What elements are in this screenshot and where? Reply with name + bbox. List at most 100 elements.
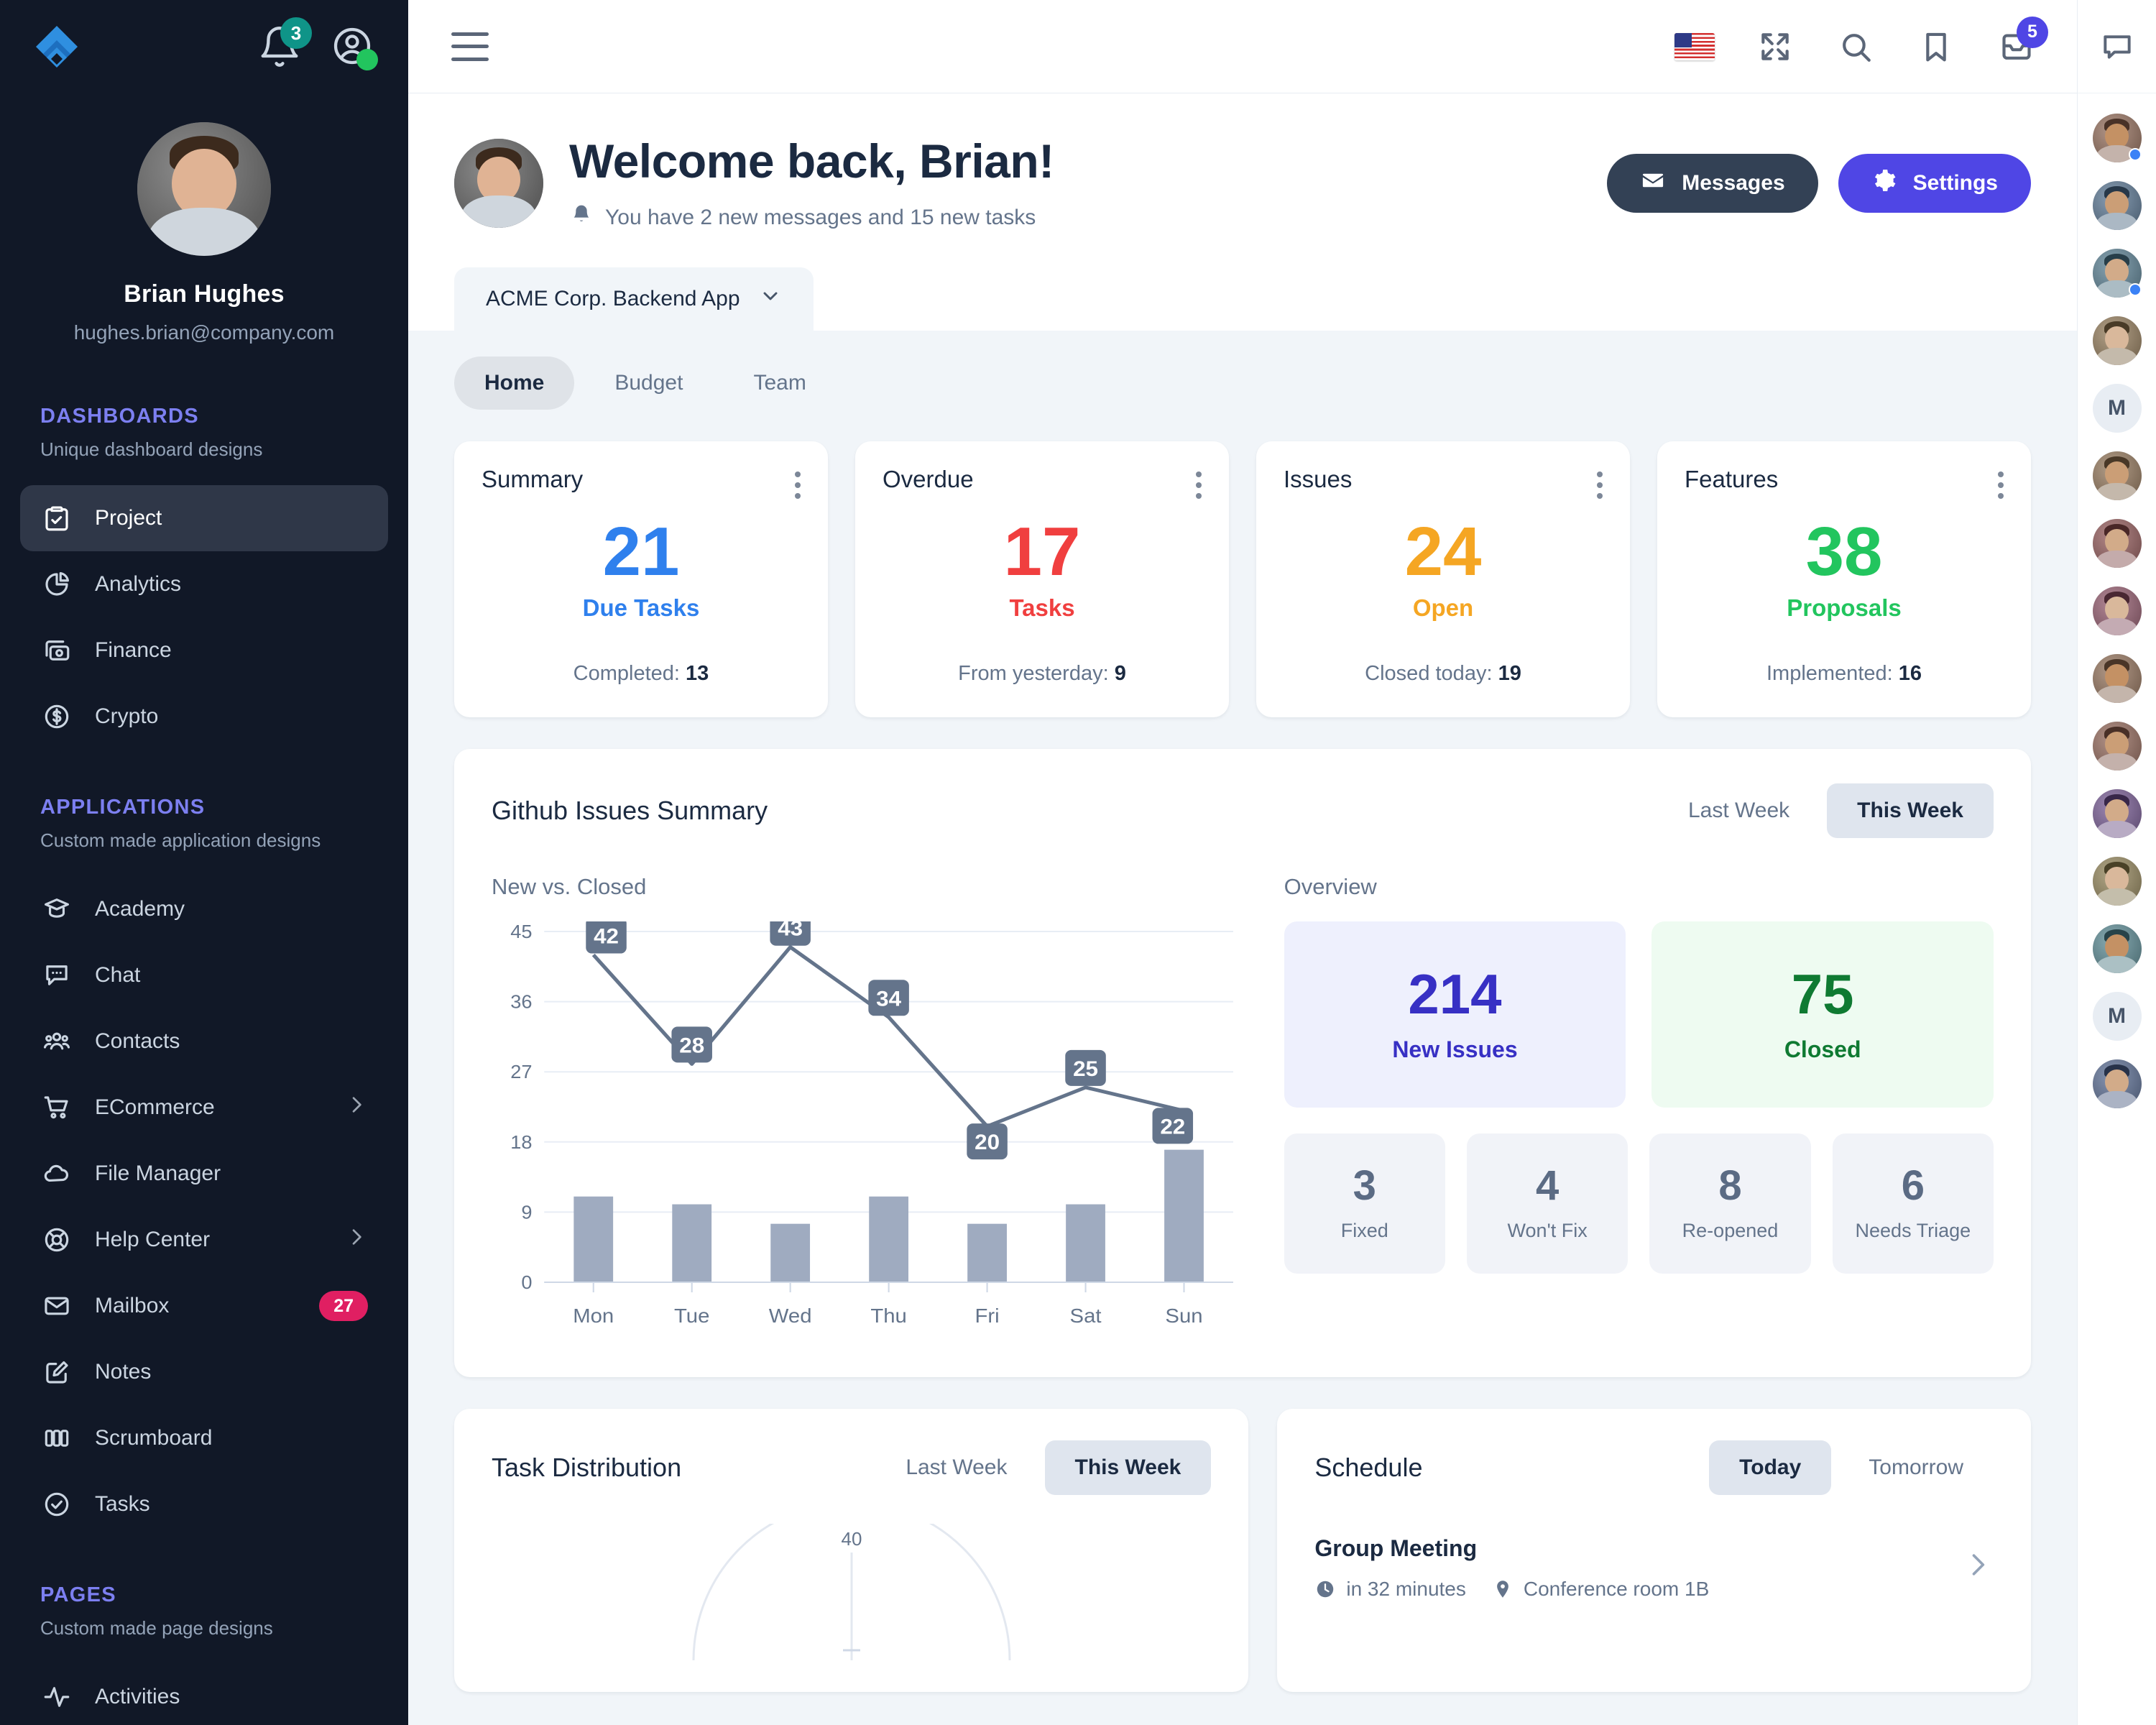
sidebar-item-activities[interactable]: Activities bbox=[20, 1664, 388, 1725]
contact-avatar[interactable] bbox=[2092, 586, 2142, 635]
schedule-event[interactable]: Group Meeting in 32 minutes Conference r… bbox=[1314, 1535, 1994, 1601]
shopping-cart-icon bbox=[40, 1091, 73, 1124]
search-icon[interactable] bbox=[1835, 27, 1876, 67]
sidebar-item-tasks[interactable]: Tasks bbox=[20, 1471, 388, 1537]
sidebar-item-file-manager[interactable]: File Manager bbox=[20, 1141, 388, 1207]
sidebar-item-label: Help Center bbox=[95, 1228, 211, 1251]
range-toggle: Last Week This Week bbox=[1658, 783, 1994, 838]
card-title: Issues bbox=[1284, 466, 1353, 492]
svg-text:Fri: Fri bbox=[975, 1305, 999, 1327]
sidebar-item-notes[interactable]: Notes bbox=[20, 1339, 388, 1405]
range-last-week[interactable]: Last Week bbox=[875, 1440, 1037, 1495]
sidebar-item-project[interactable]: Project bbox=[20, 485, 388, 551]
cloud-icon bbox=[40, 1157, 73, 1190]
fullscreen-icon[interactable] bbox=[1755, 27, 1795, 67]
event-time-text: in 32 minutes bbox=[1346, 1577, 1466, 1600]
svg-text:34: 34 bbox=[876, 986, 901, 1011]
event-location-text: Conference room 1B bbox=[1523, 1577, 1710, 1600]
chat-panel-toggle[interactable] bbox=[2078, 0, 2156, 93]
range-today[interactable]: Today bbox=[1709, 1440, 1832, 1495]
profile-email: hughes.brian@company.com bbox=[73, 321, 335, 344]
tab-home[interactable]: Home bbox=[454, 356, 575, 410]
sidebar-section-applications: APPLICATIONS Custom made application des… bbox=[0, 750, 408, 852]
more-options-icon[interactable] bbox=[1196, 466, 1202, 499]
overview-subtitle: Overview bbox=[1284, 873, 1377, 899]
contact-avatar[interactable] bbox=[2092, 316, 2142, 365]
sidebar-item-academy[interactable]: Academy bbox=[20, 876, 388, 942]
contact-avatar[interactable] bbox=[2092, 924, 2142, 973]
panel-title: Task Distribution bbox=[492, 1452, 682, 1482]
task-distribution-radar[interactable]: 40 bbox=[492, 1523, 1211, 1660]
more-options-icon[interactable] bbox=[1597, 466, 1603, 499]
section-subtitle: Unique dashboard designs bbox=[40, 438, 263, 460]
contact-avatar[interactable] bbox=[2092, 722, 2142, 770]
svg-text:Sun: Sun bbox=[1165, 1305, 1202, 1327]
mini-value: 8 bbox=[1718, 1162, 1742, 1209]
sidebar-item-help-center[interactable]: Help Center bbox=[20, 1207, 388, 1273]
contact-avatar[interactable] bbox=[2092, 519, 2142, 568]
page-title: Welcome back, Brian! bbox=[569, 134, 1054, 188]
range-this-week[interactable]: This Week bbox=[1827, 783, 1994, 838]
range-this-week[interactable]: This Week bbox=[1044, 1440, 1212, 1495]
range-last-week[interactable]: Last Week bbox=[1658, 783, 1820, 838]
contact-avatar[interactable] bbox=[2092, 1059, 2142, 1108]
logo-icon[interactable] bbox=[33, 23, 80, 70]
card-value-label: Due Tasks bbox=[582, 594, 700, 621]
contact-avatar[interactable] bbox=[2092, 181, 2142, 230]
settings-button[interactable]: Settings bbox=[1838, 154, 2031, 213]
mini-value: 4 bbox=[1536, 1162, 1560, 1209]
contact-avatar[interactable] bbox=[2092, 249, 2142, 298]
sidebar-item-crypto[interactable]: Crypto bbox=[20, 684, 388, 750]
github-issues-panel: Github Issues Summary Last Week This Wee… bbox=[454, 748, 2031, 1377]
clipboard-check-icon bbox=[40, 502, 73, 535]
sidebar-item-contacts[interactable]: Contacts bbox=[20, 1008, 388, 1075]
contact-avatar[interactable] bbox=[2092, 654, 2142, 703]
sidebar-nav-pages: Activities bbox=[0, 1664, 408, 1725]
hamburger-icon[interactable] bbox=[451, 32, 489, 61]
range-tomorrow[interactable]: Tomorrow bbox=[1838, 1440, 1994, 1495]
notifications-button[interactable]: 3 bbox=[257, 17, 312, 69]
card-title: Features bbox=[1685, 466, 1779, 492]
contact-avatar[interactable]: M bbox=[2092, 384, 2142, 433]
inbox-icon[interactable]: 5 bbox=[1996, 16, 2048, 67]
welcome-subtitle-row: You have 2 new messages and 15 new tasks bbox=[569, 203, 1054, 233]
sidebar-item-ecommerce[interactable]: ECommerce bbox=[20, 1075, 388, 1141]
clock-icon bbox=[1317, 1581, 1334, 1598]
new-vs-closed-chart[interactable]: 0 9 18 27 36 45 42 28 43 34 20 25 22 Mon Tue Wed Thu Fri S… bbox=[492, 909, 1244, 1338]
contact-avatar[interactable] bbox=[2092, 114, 2142, 162]
bookmark-icon[interactable] bbox=[1916, 27, 1956, 67]
section-subtitle: Custom made application designs bbox=[40, 829, 321, 851]
us-flag-icon[interactable] bbox=[1674, 27, 1715, 67]
more-options-icon[interactable] bbox=[1998, 466, 2004, 499]
dollar-circle-icon bbox=[40, 700, 73, 733]
contact-avatar[interactable] bbox=[2092, 789, 2142, 838]
sidebar-item-mailbox[interactable]: Mailbox 27 bbox=[20, 1273, 388, 1339]
sidebar-item-finance[interactable]: Finance bbox=[20, 617, 388, 684]
contact-avatar[interactable] bbox=[2092, 451, 2142, 500]
overview-block: Overview 214 New Issues 75 Closed 3 Fixe… bbox=[1284, 874, 1994, 1338]
sidebar-profile[interactable]: Brian Hughes hughes.brian@company.com bbox=[0, 93, 408, 359]
schedule-panel: Schedule Today Tomorrow Group Meeting in… bbox=[1277, 1408, 2031, 1692]
contact-avatar[interactable] bbox=[2092, 857, 2142, 906]
sidebar-item-analytics[interactable]: Analytics bbox=[20, 551, 388, 617]
overview-card-new-issues: 214 New Issues bbox=[1284, 921, 1626, 1108]
top-bar: 5 bbox=[408, 0, 2077, 93]
project-selector[interactable]: ACME Corp. Backend App bbox=[454, 267, 814, 331]
sidebar-item-chat[interactable]: Chat bbox=[20, 942, 388, 1008]
card-footer-value: 9 bbox=[1114, 661, 1126, 685]
tab-team[interactable]: Team bbox=[723, 356, 836, 410]
sidebar-item-scrumboard[interactable]: Scrumboard bbox=[20, 1405, 388, 1471]
tab-budget[interactable]: Budget bbox=[584, 356, 713, 410]
user-status-button[interactable] bbox=[331, 24, 378, 70]
sidebar-item-label: Analytics bbox=[95, 572, 182, 596]
card-footer-label: Closed today: bbox=[1365, 661, 1493, 685]
card-overdue: Overdue 17 Tasks From yesterday: 9 bbox=[855, 441, 1229, 717]
svg-text:36: 36 bbox=[510, 991, 532, 1012]
messages-button[interactable]: Messages bbox=[1607, 154, 1818, 213]
card-footer-label: Completed: bbox=[573, 661, 680, 685]
chevron-right-icon[interactable] bbox=[1962, 1549, 1994, 1586]
more-options-icon[interactable] bbox=[795, 466, 801, 499]
note-edit-icon bbox=[40, 1356, 73, 1389]
people-icon bbox=[40, 1025, 73, 1058]
contact-avatar[interactable]: M bbox=[2092, 992, 2142, 1041]
